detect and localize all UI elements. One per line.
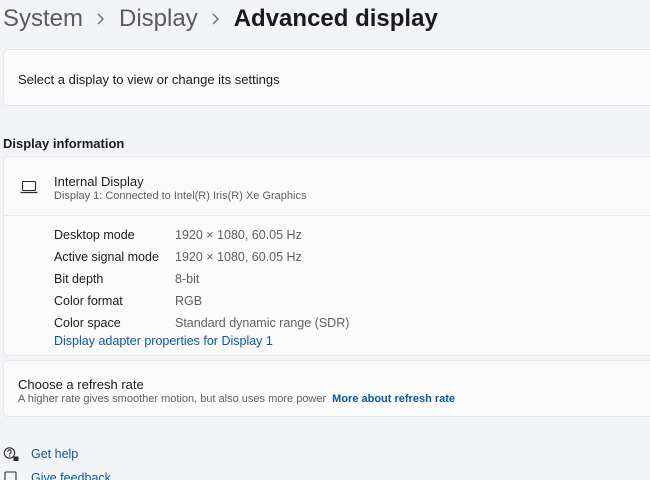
select-display-card[interactable]: Select a display to view or change its s… <box>3 49 650 106</box>
display-adapter-properties-link[interactable]: Display adapter properties for Display 1 <box>54 334 273 348</box>
breadcrumb-system[interactable]: System <box>3 4 83 34</box>
refresh-rate-title: Choose a refresh rate <box>18 377 144 392</box>
more-about-refresh-rate-link[interactable]: More about refresh rate <box>332 393 455 405</box>
display-information-card: Internal Display Display 1: Connected to… <box>3 156 650 356</box>
info-label: Color format <box>54 294 123 308</box>
info-value: 8-bit <box>175 272 200 286</box>
info-row-color-space: Color space Standard dynamic range (SDR) <box>54 312 349 334</box>
info-row-color-format: Color format RGB <box>54 290 349 312</box>
info-label: Bit depth <box>54 272 104 286</box>
info-row-desktop-mode: Desktop mode 1920 × 1080, 60.05 Hz <box>54 224 349 246</box>
give-feedback-label: Give feedback <box>31 471 111 480</box>
laptop-icon <box>20 180 38 194</box>
refresh-rate-card[interactable]: Choose a refresh rate A higher rate give… <box>3 360 650 417</box>
refresh-rate-description-line: A higher rate gives smoother motion, but… <box>18 393 455 405</box>
breadcrumb: System Display Advanced display <box>3 3 438 35</box>
info-row-bit-depth: Bit depth 8-bit <box>54 268 349 290</box>
display-name: Internal Display <box>54 174 144 189</box>
info-label: Desktop mode <box>54 228 135 242</box>
info-value: 1920 × 1080, 60.05 Hz <box>175 250 302 264</box>
info-row-active-signal-mode: Active signal mode 1920 × 1080, 60.05 Hz <box>54 246 349 268</box>
get-help-link[interactable]: Get help <box>3 446 78 462</box>
refresh-rate-description: A higher rate gives smoother motion, but… <box>18 393 327 405</box>
breadcrumb-display[interactable]: Display <box>119 4 198 34</box>
help-icon <box>3 446 19 462</box>
display-info-rows: Desktop mode 1920 × 1080, 60.05 Hz Activ… <box>54 224 349 334</box>
give-feedback-link[interactable]: Give feedback <box>3 470 111 480</box>
info-value: 1920 × 1080, 60.05 Hz <box>175 228 302 242</box>
chevron-right-icon <box>96 12 105 26</box>
info-value: Standard dynamic range (SDR) <box>175 316 350 330</box>
select-display-text: Select a display to view or change its s… <box>18 72 280 87</box>
display-subtitle: Display 1: Connected to Intel(R) Iris(R)… <box>54 190 307 202</box>
page-title: Advanced display <box>233 5 438 32</box>
info-label: Color space <box>54 316 121 330</box>
get-help-label: Get help <box>31 447 79 461</box>
info-value: RGB <box>175 294 203 308</box>
section-title-display-information: Display information <box>3 136 125 151</box>
display-header: Internal Display Display 1: Connected to… <box>4 157 650 216</box>
chevron-right-icon <box>211 12 220 26</box>
advanced-display-page: System Display Advanced display Select a… <box>0 0 650 480</box>
info-label: Active signal mode <box>54 250 159 264</box>
feedback-icon <box>3 470 19 480</box>
